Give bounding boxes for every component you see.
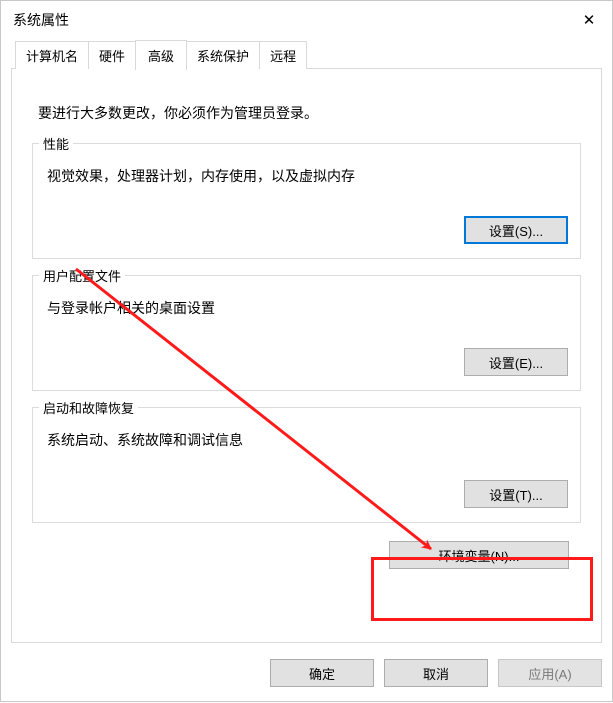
tab-label: 系统保护 [197, 49, 249, 64]
tab-computer-name[interactable]: 计算机名 [15, 41, 89, 69]
tab-label: 计算机名 [26, 49, 78, 64]
tab-label: 远程 [270, 49, 296, 64]
env-variables-row: 环境变量(N)... [32, 541, 581, 569]
group-button-row: 设置(S)... [47, 216, 568, 244]
group-title: 性能 [39, 134, 73, 153]
environment-variables-button[interactable]: 环境变量(N)... [389, 541, 569, 569]
group-startup-recovery: 启动和故障恢复 系统启动、系统故障和调试信息 设置(T)... [32, 407, 581, 523]
tab-panel-advanced: 要进行大多数更改，你必须作为管理员登录。 性能 视觉效果，处理器计划，内存使用，… [11, 68, 602, 643]
dialog-button-row: 确定 取消 应用(A) [270, 659, 602, 687]
tab-advanced[interactable]: 高级 [135, 40, 187, 70]
tab-label: 硬件 [99, 49, 125, 64]
tab-strip: 计算机名 硬件 高级 系统保护 远程 [11, 43, 602, 69]
group-title: 用户配置文件 [39, 266, 125, 285]
group-title: 启动和故障恢复 [39, 398, 138, 417]
group-desc: 与登录帐户相关的桌面设置 [47, 298, 568, 318]
tab-label: 高级 [148, 49, 174, 64]
window-title: 系统属性 [13, 10, 566, 30]
group-desc: 视觉效果，处理器计划，内存使用，以及虚拟内存 [47, 166, 568, 186]
group-button-row: 设置(T)... [47, 480, 568, 508]
group-performance: 性能 视觉效果，处理器计划，内存使用，以及虚拟内存 设置(S)... [32, 143, 581, 259]
titlebar: 系统属性 ✕ [1, 1, 612, 39]
group-desc: 系统启动、系统故障和调试信息 [47, 430, 568, 450]
close-button[interactable]: ✕ [566, 1, 612, 39]
user-profiles-settings-button[interactable]: 设置(E)... [464, 348, 568, 376]
tab-remote[interactable]: 远程 [259, 41, 307, 69]
tab-hardware[interactable]: 硬件 [88, 41, 136, 69]
performance-settings-button[interactable]: 设置(S)... [464, 216, 568, 244]
group-button-row: 设置(E)... [47, 348, 568, 376]
startup-recovery-settings-button[interactable]: 设置(T)... [464, 480, 568, 508]
dialog-content: 计算机名 硬件 高级 系统保护 远程 要进行大多数更改，你必须作为管理员登录。 … [11, 43, 602, 691]
tab-system-protection[interactable]: 系统保护 [186, 41, 260, 69]
cancel-button[interactable]: 取消 [384, 659, 488, 687]
ok-button[interactable]: 确定 [270, 659, 374, 687]
system-properties-window: 系统属性 ✕ 计算机名 硬件 高级 系统保护 远程 要进行大多数更改，你必须作为… [0, 0, 613, 702]
close-icon: ✕ [583, 11, 596, 29]
apply-button[interactable]: 应用(A) [498, 659, 602, 687]
admin-notice: 要进行大多数更改，你必须作为管理员登录。 [38, 103, 581, 123]
group-user-profiles: 用户配置文件 与登录帐户相关的桌面设置 设置(E)... [32, 275, 581, 391]
